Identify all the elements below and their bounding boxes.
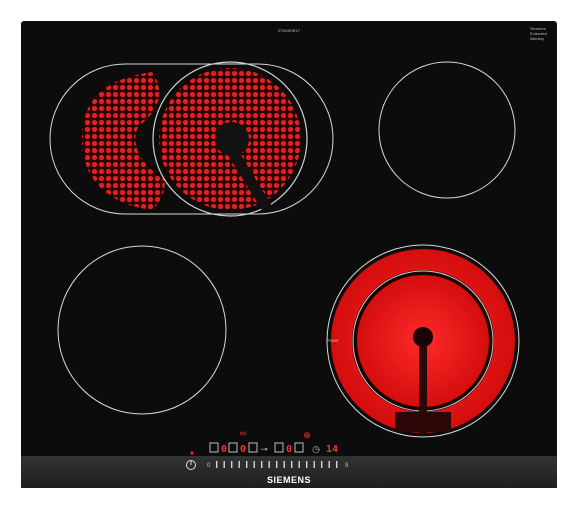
lock-icon[interactable]: ⊸: [260, 444, 268, 454]
slider-tick: [291, 461, 293, 468]
slider-tick: [336, 461, 338, 468]
warranty-badge-line2: Extended: [530, 31, 547, 36]
timer-indicator-icon: ⊕: [303, 430, 311, 440]
warranty-badge-line3: Warranty: [530, 37, 544, 41]
timer-icon[interactable]: ◷: [312, 444, 320, 454]
power-level-display-left: 0: [221, 444, 227, 455]
slider-tick: [321, 461, 323, 468]
power-level-display-mid: 0: [240, 444, 246, 455]
slider-tick: [313, 461, 315, 468]
dual-zone-center-sensor: [413, 327, 433, 347]
power-level-display-right: 0: [286, 444, 292, 455]
slider-tick: [298, 461, 300, 468]
slider-tick: [238, 461, 240, 468]
power-led: [190, 451, 194, 455]
slider-tick: [261, 461, 263, 468]
slider-tick: [223, 461, 225, 468]
ceramic-hob: ET645HE17 Siemens Extended Warranty Powe…: [21, 21, 557, 488]
glass-panel: [21, 21, 557, 488]
slider-tick: [231, 461, 233, 468]
slider-tick: [283, 461, 285, 468]
dual-zone-bottom-notch: [395, 412, 451, 432]
slider-tick: [276, 461, 278, 468]
slider-tick: [253, 461, 255, 468]
timer-display: 14: [326, 444, 338, 455]
slider-tick: [268, 461, 270, 468]
brand-logo: SIEMENS: [267, 475, 311, 485]
slider-tick: [306, 461, 308, 468]
model-label: ET645HE17: [278, 28, 301, 33]
dual-ring-icon: ∞: [240, 428, 246, 438]
slider-tick: [246, 461, 248, 468]
oval-center-sensor: [215, 122, 249, 156]
slider-tick: [216, 461, 218, 468]
dual-zone-label: Power: [326, 338, 339, 343]
slider-tick: [328, 461, 330, 468]
